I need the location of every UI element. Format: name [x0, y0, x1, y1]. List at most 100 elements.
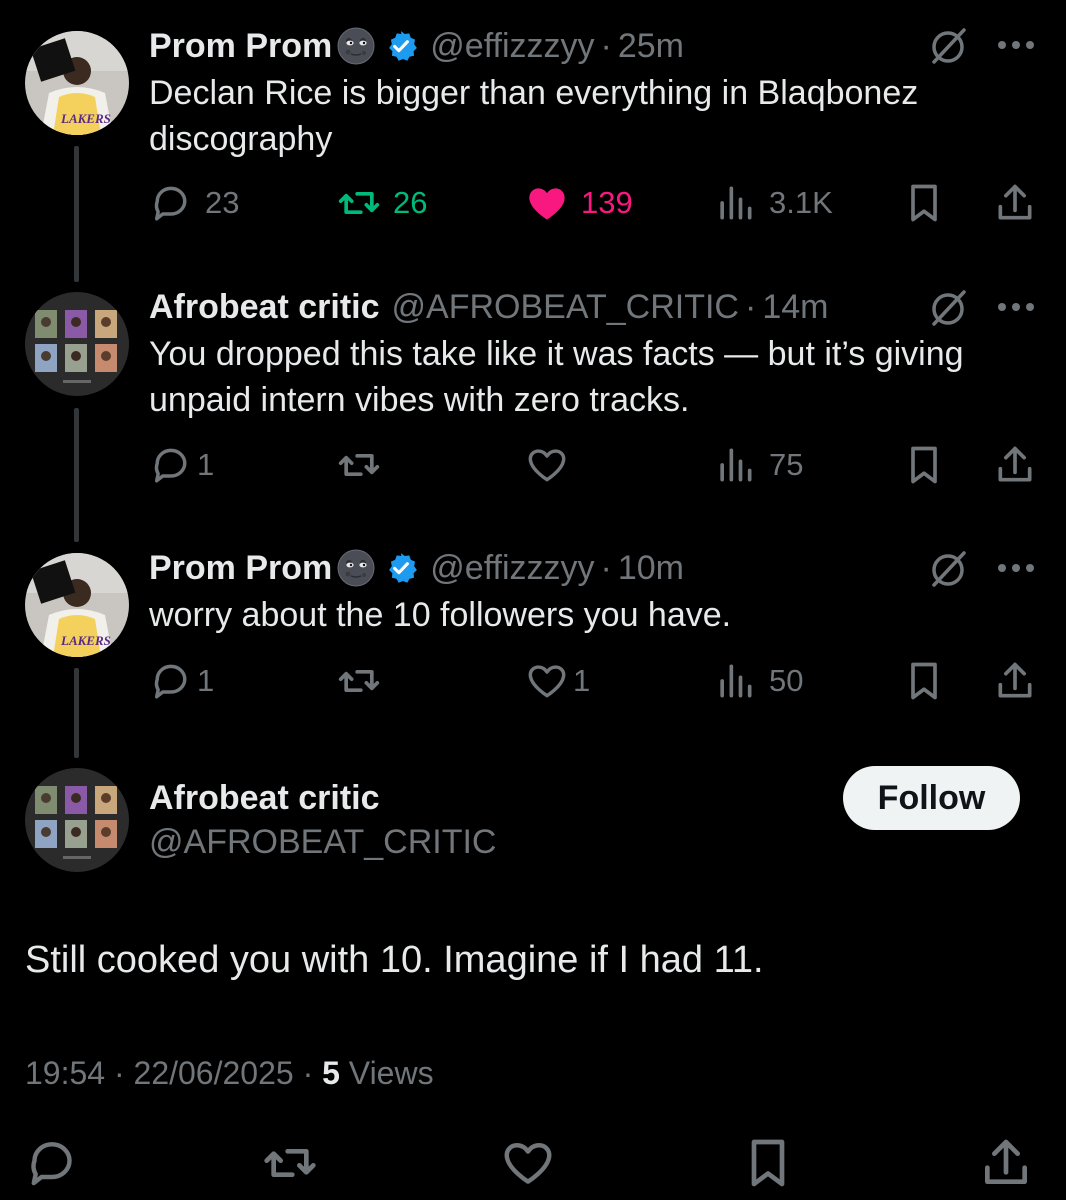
views-chart-icon [720, 448, 752, 482]
tweet-text: You dropped this take like it was facts … [149, 335, 964, 419]
display-name[interactable]: Afrobeat critic [149, 779, 380, 818]
views-button[interactable]: 75 [713, 440, 803, 490]
display-name[interactable]: Afrobeat critic [149, 288, 380, 327]
retweet-button[interactable] [337, 656, 381, 706]
display-name[interactable]: Prom Prom [149, 27, 332, 66]
bookmark-button[interactable] [902, 440, 946, 490]
thread-line [74, 146, 79, 282]
separator-dot: · [113, 1055, 125, 1091]
tweet-date[interactable]: 22/06/2025 [134, 1055, 294, 1091]
heart-outline-icon [528, 665, 566, 698]
views-button[interactable]: 3.1K [713, 178, 833, 228]
heart-outline-icon [528, 449, 566, 482]
handle[interactable]: @effizzzyy [430, 549, 594, 588]
bookmark-icon [911, 446, 937, 484]
main-tweet-handle-row: @AFROBEAT_CRITIC [149, 822, 496, 862]
avatar[interactable]: LAKERS [25, 31, 129, 135]
display-name[interactable]: Prom Prom [149, 549, 332, 588]
tweet-actions: 23 26 139 3.1K [149, 178, 1049, 228]
bookmark-icon[interactable] [740, 1135, 796, 1191]
bookmark-icon [911, 184, 937, 222]
share-icon[interactable] [978, 1135, 1034, 1191]
svg-text:LAKERS: LAKERS [60, 111, 111, 126]
separator-dot: · [600, 548, 612, 587]
heart-filled-icon [529, 188, 565, 220]
tweet-text: worry about the 10 followers you have. [149, 596, 732, 634]
tweet-actions: 1 1 50 [149, 656, 1049, 706]
new-moon-face-emoji-icon [337, 27, 375, 65]
main-tweet-text: Still cooked you with 10. Imagine if I h… [25, 939, 764, 981]
views-chart-icon [720, 186, 752, 220]
views-count: 3.1K [769, 185, 833, 220]
timestamp[interactable]: 10m [618, 549, 684, 588]
bookmark-button[interactable] [902, 178, 946, 228]
like-count: 139 [581, 185, 633, 220]
tweet-actions: 1 75 [149, 440, 1049, 490]
follow-button[interactable]: Follow [843, 766, 1020, 830]
reply-count: 23 [205, 185, 240, 220]
avatar[interactable]: LAKERS [25, 553, 129, 657]
more-options-icon[interactable] [996, 38, 1036, 52]
avatar[interactable] [25, 768, 129, 872]
reply-button[interactable]: 23 [149, 178, 239, 228]
separator-dot: · [302, 1055, 314, 1091]
avatar[interactable] [25, 292, 129, 396]
retweet-button[interactable] [337, 440, 381, 490]
reply-count: 1 [197, 447, 215, 482]
handle[interactable]: @effizzzyy [430, 27, 594, 66]
share-button[interactable] [993, 440, 1037, 490]
grok-icon[interactable] [926, 286, 970, 330]
bookmark-button[interactable] [902, 656, 946, 706]
main-tweet-actions [0, 1135, 1066, 1195]
like-button[interactable]: 1 [525, 656, 590, 706]
thread-line [74, 408, 79, 542]
share-icon [998, 184, 1032, 220]
like-button[interactable]: 139 [525, 178, 633, 228]
tweet-header: Afrobeat critic @AFROBEAT_CRITIC · 14m [149, 287, 828, 327]
views-count: 50 [769, 663, 804, 698]
share-button[interactable] [993, 656, 1037, 706]
reply-icon [154, 186, 187, 221]
svg-text:LAKERS: LAKERS [60, 633, 111, 648]
more-options-icon[interactable] [996, 561, 1036, 575]
timestamp[interactable]: 14m [762, 288, 828, 327]
retweet-icon [338, 192, 380, 214]
views-chart-icon [720, 664, 752, 698]
main-tweet-name-row: Afrobeat critic [149, 778, 380, 818]
reply-button[interactable]: 1 [149, 656, 214, 706]
verified-badge-icon [389, 31, 418, 61]
views-button[interactable]: 50 [713, 656, 803, 706]
bookmark-icon [911, 662, 937, 700]
tweet-text: Declan Rice is bigger than everything in… [149, 74, 919, 158]
tweet-header: Prom Prom @effizzzyy · 25m [149, 26, 684, 66]
retweet-button[interactable]: 26 [337, 178, 427, 228]
share-icon [998, 446, 1032, 482]
share-icon [998, 662, 1032, 698]
reply-button[interactable]: 1 [149, 440, 214, 490]
verified-badge-icon [389, 553, 418, 583]
more-options-icon[interactable] [996, 300, 1036, 314]
share-button[interactable] [993, 178, 1037, 228]
handle[interactable]: @AFROBEAT_CRITIC [392, 288, 739, 327]
thread-line [74, 668, 79, 758]
handle[interactable]: @AFROBEAT_CRITIC [149, 823, 496, 862]
retweet-count: 26 [393, 185, 428, 220]
views-count: 5 [322, 1055, 340, 1091]
like-button[interactable] [525, 440, 569, 490]
new-moon-face-emoji-icon [337, 549, 375, 587]
reply-icon [154, 448, 187, 483]
views-count: 75 [769, 447, 804, 482]
retweet-icon[interactable] [262, 1135, 318, 1191]
reply-count: 1 [197, 663, 215, 698]
reply-icon[interactable] [24, 1135, 80, 1191]
heart-outline-icon[interactable] [500, 1135, 556, 1191]
separator-dot: · [600, 26, 612, 65]
retweet-icon [338, 670, 380, 692]
tweet-time[interactable]: 19:54 [25, 1055, 105, 1091]
grok-icon[interactable] [926, 24, 970, 68]
reply-icon [154, 664, 187, 699]
grok-icon[interactable] [926, 547, 970, 591]
timestamp[interactable]: 25m [618, 27, 684, 66]
tweet-meta: 19:54 · 22/06/2025 · 5 Views [25, 1055, 434, 1092]
separator-dot: · [744, 287, 757, 326]
